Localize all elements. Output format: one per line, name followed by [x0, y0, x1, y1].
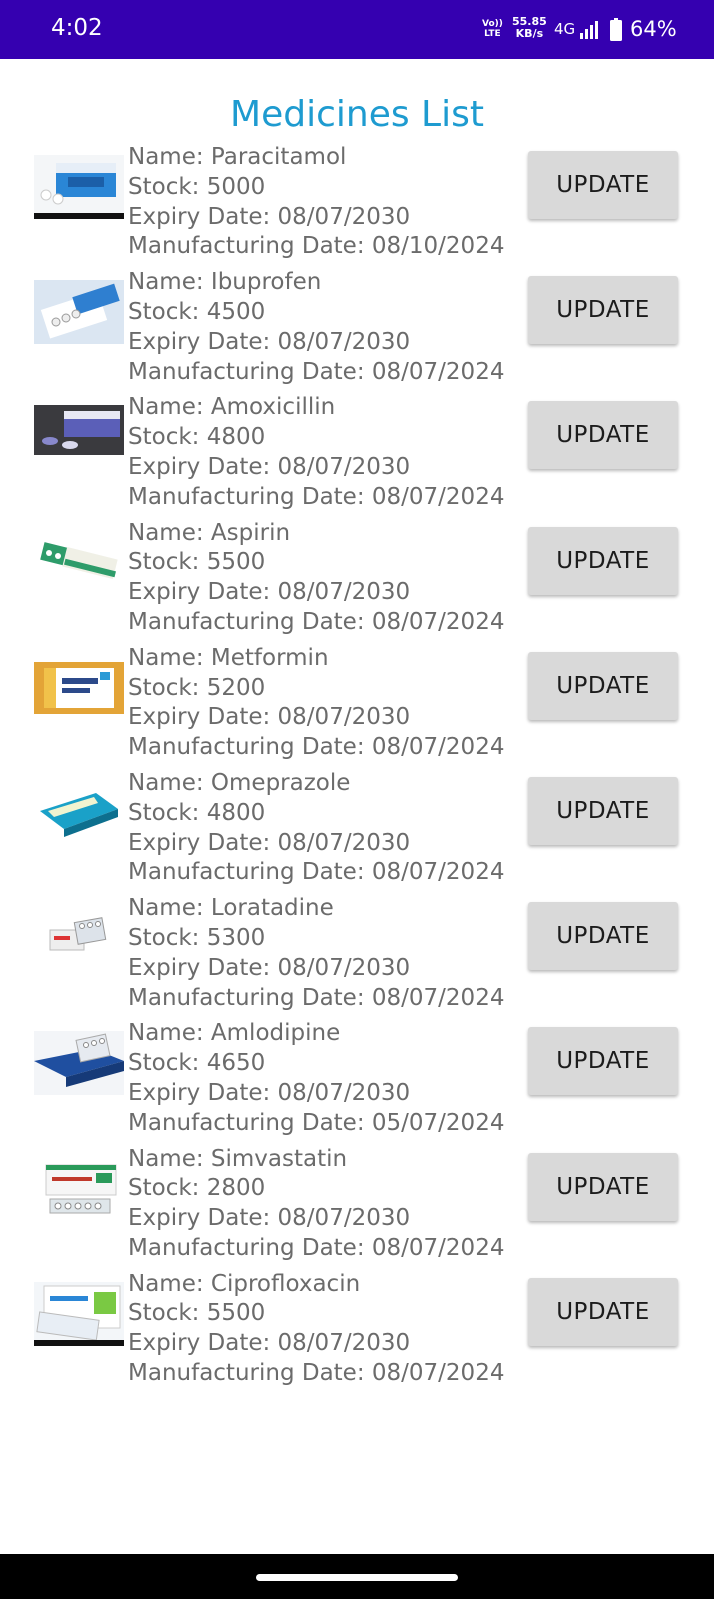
medicine-details: Name: Aspirin Stock: 5500 Expiry Date: 0… [128, 519, 508, 638]
medicine-mfg-date: Manufacturing Date: 08/10/2024 [128, 233, 505, 260]
update-button[interactable]: UPDATE [528, 776, 678, 845]
medicine-expiry: Expiry Date: 08/07/2030 [128, 328, 411, 355]
medicine-expiry: Expiry Date: 08/07/2030 [128, 1330, 411, 1357]
medicine-expiry: Expiry Date: 08/07/2030 [128, 954, 411, 981]
navigation-bar [0, 1554, 714, 1599]
medicine-expiry: Expiry Date: 08/07/2030 [128, 203, 411, 230]
update-button[interactable]: UPDATE [528, 1277, 678, 1346]
volte-top: Vo)) [482, 19, 503, 29]
medicine-details: Name: Ciprofloxacin Stock: 5500 Expiry D… [128, 1270, 508, 1389]
status-time: 4:02 [51, 15, 103, 41]
list-item: Name: Omeprazole Stock: 4800 Expiry Date… [0, 769, 714, 894]
medicine-details: Name: Loratadine Stock: 5300 Expiry Date… [128, 894, 508, 1013]
medicine-box-image [34, 1281, 124, 1346]
medicine-stock: Stock: 4800 [128, 424, 266, 451]
network-type: 4G [554, 20, 576, 38]
medicine-details: Name: Amoxicillin Stock: 4800 Expiry Dat… [128, 393, 508, 512]
volte-bottom: LTE [484, 29, 501, 39]
medicine-mfg-date: Manufacturing Date: 08/07/2024 [128, 483, 505, 510]
list-item: Name: Aspirin Stock: 5500 Expiry Date: 0… [0, 519, 714, 644]
medicine-mfg-date: Manufacturing Date: 08/07/2024 [128, 1234, 505, 1261]
status-icons: Vo)) LTE 55.85 KB/s 4G 64% [414, 0, 714, 59]
medicine-expiry: Expiry Date: 08/07/2030 [128, 704, 411, 731]
medicine-stock: Stock: 5000 [128, 173, 266, 200]
medicine-name: Name: Loratadine [128, 895, 334, 922]
medicine-expiry: Expiry Date: 08/07/2030 [128, 453, 411, 480]
list-item: Name: Amoxicillin Stock: 4800 Expiry Dat… [0, 393, 714, 518]
medicine-name: Name: Omeprazole [128, 769, 351, 796]
medicine-mfg-date: Manufacturing Date: 08/07/2024 [128, 984, 505, 1011]
update-button[interactable]: UPDATE [528, 151, 678, 219]
medicine-box-image [34, 906, 124, 971]
list-item: Name: Amlodipine Stock: 4650 Expiry Date… [0, 1019, 714, 1144]
status-bar: 4:02 Vo)) LTE 55.85 KB/s 4G 64% [0, 0, 714, 59]
medicine-details: Name: Amlodipine Stock: 4650 Expiry Date… [128, 1019, 508, 1138]
medicine-expiry: Expiry Date: 08/07/2030 [128, 829, 411, 856]
medicine-box-image [34, 661, 124, 714]
medicine-box-image [34, 155, 124, 219]
list-item: Name: Paracitamol Stock: 5000 Expiry Dat… [0, 143, 714, 268]
medicine-stock: Stock: 2800 [128, 1175, 266, 1202]
medicine-expiry: Expiry Date: 08/07/2030 [128, 1079, 411, 1106]
list-item: Name: Ibuprofen Stock: 4500 Expiry Date:… [0, 268, 714, 393]
medicine-stock: Stock: 5500 [128, 549, 266, 576]
update-button[interactable]: UPDATE [528, 526, 678, 595]
medicine-stock: Stock: 5300 [128, 924, 266, 951]
medicine-stock: Stock: 4500 [128, 298, 266, 325]
medicine-mfg-date: Manufacturing Date: 08/07/2024 [128, 734, 505, 761]
list-item: Name: Loratadine Stock: 5300 Expiry Date… [0, 894, 714, 1019]
home-indicator[interactable] [256, 1574, 458, 1581]
medicine-box-image [34, 780, 124, 845]
update-button[interactable]: UPDATE [528, 401, 678, 470]
medicine-stock: Stock: 4800 [128, 799, 266, 826]
update-button[interactable]: UPDATE [528, 651, 678, 720]
battery-icon [610, 18, 622, 41]
medicine-name: Name: Ibuprofen [128, 269, 322, 296]
medicine-name: Name: Amoxicillin [128, 394, 336, 421]
medicine-box-image [34, 1156, 124, 1221]
medicine-details: Name: Metformin Stock: 5200 Expiry Date:… [128, 644, 508, 763]
medicine-mfg-date: Manufacturing Date: 08/07/2024 [128, 358, 505, 385]
medicine-expiry: Expiry Date: 08/07/2030 [128, 1205, 411, 1232]
medicine-details: Name: Ibuprofen Stock: 4500 Expiry Date:… [128, 268, 508, 387]
medicine-box-image [34, 530, 124, 595]
medicine-name: Name: Amlodipine [128, 1020, 341, 1047]
medicine-details: Name: Paracitamol Stock: 5000 Expiry Dat… [128, 143, 508, 262]
medicine-name: Name: Aspirin [128, 519, 291, 546]
speed-unit: KB/s [515, 27, 544, 40]
update-button[interactable]: UPDATE [528, 902, 678, 971]
medicine-stock: Stock: 4650 [128, 1050, 266, 1077]
medicine-name: Name: Ciprofloxacin [128, 1270, 361, 1297]
medicine-name: Name: Simvastatin [128, 1145, 348, 1172]
medicine-stock: Stock: 5500 [128, 1300, 266, 1327]
medicine-stock: Stock: 5200 [128, 674, 266, 701]
update-button[interactable]: UPDATE [528, 1152, 678, 1221]
medicine-details: Name: Omeprazole Stock: 4800 Expiry Date… [128, 769, 508, 888]
list-item: Name: Simvastatin Stock: 2800 Expiry Dat… [0, 1145, 714, 1270]
signal-icon [580, 21, 598, 39]
medicine-box-image [34, 280, 124, 345]
medicine-box-image [34, 405, 124, 456]
medicine-name: Name: Metformin [128, 644, 329, 671]
medicine-mfg-date: Manufacturing Date: 05/07/2024 [128, 1109, 505, 1136]
medicine-expiry: Expiry Date: 08/07/2030 [128, 579, 411, 606]
medicine-mfg-date: Manufacturing Date: 08/07/2024 [128, 608, 505, 635]
page-title: Medicines List [230, 94, 484, 135]
medicines-list[interactable]: Name: Paracitamol Stock: 5000 Expiry Dat… [0, 143, 714, 1395]
list-item: Name: Metformin Stock: 5200 Expiry Date:… [0, 644, 714, 769]
medicine-details: Name: Simvastatin Stock: 2800 Expiry Dat… [128, 1145, 508, 1264]
medicine-name: Name: Paracitamol [128, 144, 347, 170]
medicine-mfg-date: Manufacturing Date: 08/07/2024 [128, 1360, 505, 1387]
update-button[interactable]: UPDATE [528, 1027, 678, 1096]
network-speed: 55.85 KB/s [512, 16, 547, 40]
medicine-box-image [34, 1031, 124, 1096]
list-item: Name: Ciprofloxacin Stock: 5500 Expiry D… [0, 1270, 714, 1395]
volte-indicator: Vo)) LTE [482, 19, 503, 39]
battery-percent: 64% [630, 17, 677, 41]
update-button[interactable]: UPDATE [528, 276, 678, 345]
medicine-mfg-date: Manufacturing Date: 08/07/2024 [128, 859, 505, 886]
